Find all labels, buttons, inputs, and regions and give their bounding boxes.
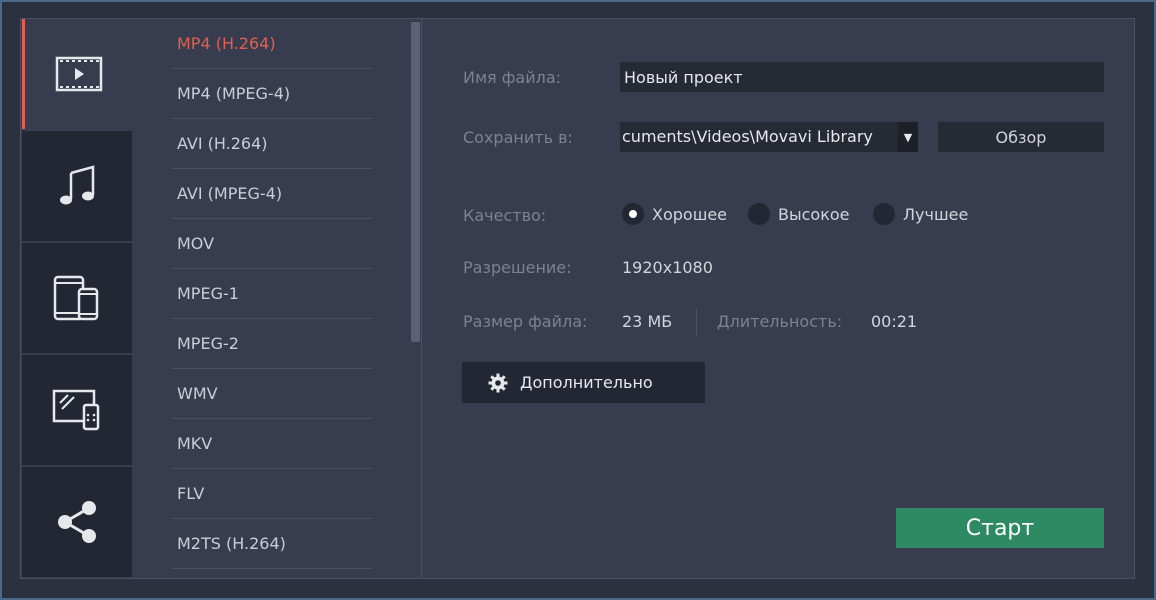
tv-devices-icon	[52, 389, 102, 431]
format-list: MP4 (H.264) MP4 (MPEG-4) AVI (H.264) AVI…	[172, 19, 372, 579]
format-item-avi-mpeg4[interactable]: AVI (MPEG-4)	[172, 169, 372, 219]
tab-tv[interactable]	[22, 355, 132, 465]
filesize-value: 23 МБ	[622, 312, 673, 331]
quality-label: Качество:	[463, 206, 547, 225]
filename-input[interactable]	[620, 62, 1104, 92]
radio-checked-icon	[622, 203, 644, 225]
format-item-mp4-mpeg4[interactable]: MP4 (MPEG-4)	[172, 69, 372, 119]
advanced-settings-button[interactable]: Дополнительно	[462, 362, 705, 403]
tab-devices[interactable]	[22, 243, 132, 353]
tab-share[interactable]	[22, 467, 132, 577]
format-item-mov[interactable]: MOV	[172, 219, 372, 269]
scrollbar-thumb[interactable]	[411, 22, 420, 342]
chevron-down-icon: ▼	[903, 130, 913, 144]
save-path-dropdown[interactable]: ▼	[898, 122, 918, 152]
gear-icon	[488, 373, 508, 393]
format-item-avi-h264[interactable]: AVI (H.264)	[172, 119, 372, 169]
save-path-value: cuments\Videos\Movavi Library	[622, 127, 873, 146]
mobile-devices-icon	[53, 275, 101, 321]
radio-unchecked-icon	[873, 203, 895, 225]
save-path-field[interactable]: cuments\Videos\Movavi Library	[620, 122, 898, 152]
quality-option-best[interactable]: Лучшее	[873, 203, 968, 225]
format-item-m2ts[interactable]: M2TS (H.264)	[172, 519, 372, 569]
resolution-value: 1920x1080	[622, 258, 713, 277]
quality-option-high[interactable]: Высокое	[748, 203, 850, 225]
format-item-mp4-h264[interactable]: MP4 (H.264)	[172, 19, 372, 69]
quality-option-good[interactable]: Хорошее	[622, 203, 727, 225]
filesize-label: Размер файла:	[463, 312, 588, 331]
radio-unchecked-icon	[748, 203, 770, 225]
resolution-label: Разрешение:	[463, 258, 572, 277]
tab-video[interactable]	[22, 19, 172, 129]
start-button[interactable]: Старт	[896, 508, 1104, 548]
filename-label: Имя файла:	[463, 68, 562, 87]
duration-value: 00:21	[871, 312, 918, 331]
advanced-label: Дополнительно	[520, 373, 653, 392]
browse-button[interactable]: Обзор	[938, 122, 1104, 152]
format-item-wmv[interactable]: WMV	[172, 369, 372, 419]
format-item-mpeg2[interactable]: MPEG-2	[172, 319, 372, 369]
music-note-icon	[57, 165, 97, 207]
duration-label: Длительность:	[717, 312, 843, 331]
panel-divider	[421, 19, 422, 579]
category-tabs	[22, 19, 172, 579]
save-to-label: Сохранить в:	[463, 128, 573, 147]
share-icon	[55, 499, 99, 545]
tab-audio[interactable]	[22, 131, 132, 241]
video-film-icon	[55, 56, 103, 92]
format-item-flv[interactable]: FLV	[172, 469, 372, 519]
format-item-mkv[interactable]: MKV	[172, 419, 372, 469]
format-item-mpeg1[interactable]: MPEG-1	[172, 269, 372, 319]
info-separator	[696, 308, 697, 336]
